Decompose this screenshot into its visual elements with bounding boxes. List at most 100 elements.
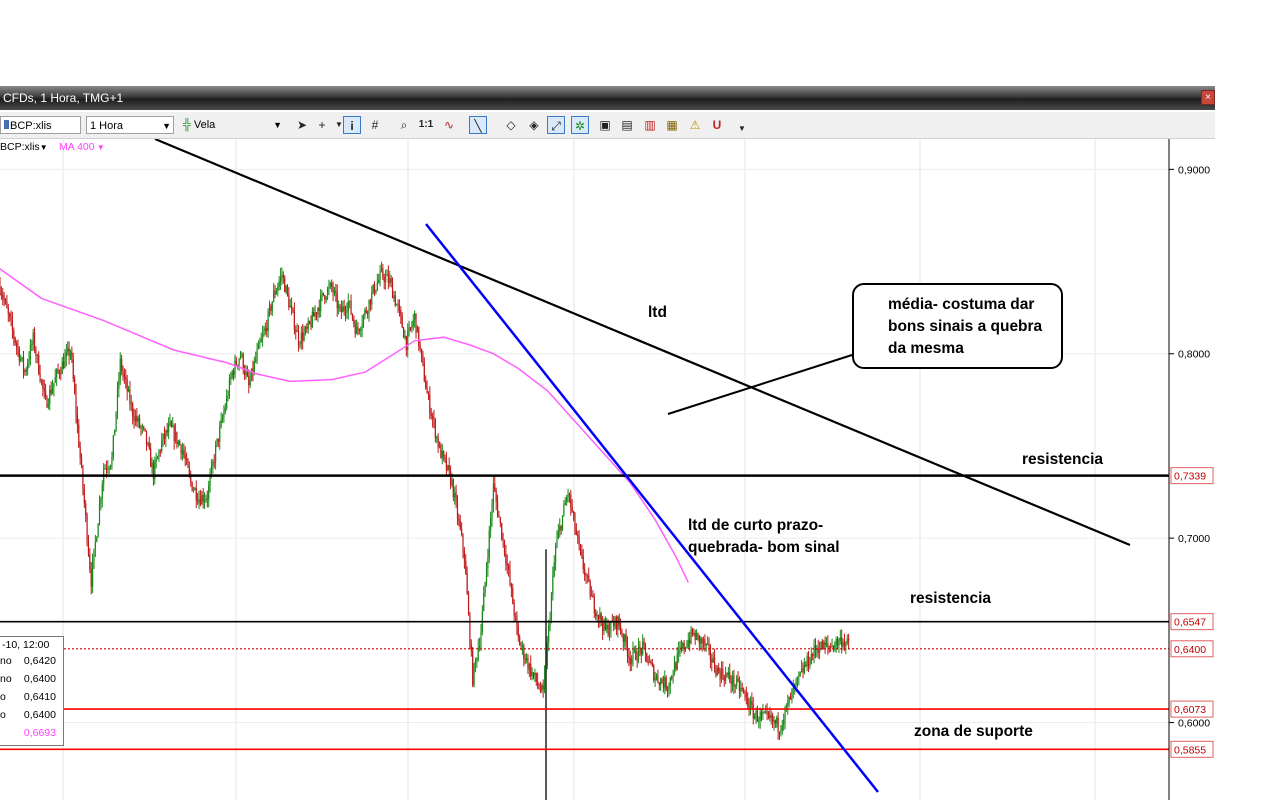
zoom-icon[interactable]: ⌕ bbox=[395, 116, 413, 134]
candle-body bbox=[328, 286, 330, 289]
candle-body bbox=[208, 485, 210, 500]
candle-body bbox=[100, 498, 102, 505]
symbol-legend[interactable]: BCP:xlis▼ bbox=[0, 140, 48, 155]
candle-body bbox=[324, 295, 326, 300]
measure-icon[interactable]: ⤢ bbox=[547, 116, 565, 134]
candle-body bbox=[122, 370, 124, 375]
candle-body bbox=[513, 603, 515, 616]
candle-body bbox=[744, 691, 746, 695]
gallery-icon-2[interactable]: ▤ bbox=[618, 116, 636, 134]
candle-body bbox=[531, 672, 533, 677]
crosshair-icon[interactable]: + bbox=[313, 116, 331, 134]
candle-body bbox=[436, 436, 438, 438]
candle-body bbox=[226, 396, 228, 408]
candle-body bbox=[443, 450, 445, 456]
candle-body bbox=[499, 517, 501, 524]
candle-body bbox=[660, 679, 662, 686]
candle-body bbox=[192, 489, 195, 491]
candle-body bbox=[266, 327, 268, 331]
candle-body bbox=[202, 494, 204, 502]
candle-body bbox=[409, 327, 412, 329]
candle-body bbox=[108, 467, 110, 469]
candle-body bbox=[255, 358, 257, 362]
candle-body bbox=[45, 390, 47, 398]
candle-body bbox=[488, 530, 490, 558]
candle-body bbox=[93, 548, 95, 562]
candle-body bbox=[694, 632, 696, 640]
alert-icon[interactable]: ⚠ bbox=[686, 116, 704, 134]
candle-body bbox=[158, 451, 160, 457]
candle-body bbox=[795, 680, 797, 685]
ma-legend[interactable]: MA 400 ▼ bbox=[59, 140, 105, 155]
gallery-icon-3[interactable]: ▥ bbox=[641, 116, 659, 134]
candle-body bbox=[147, 443, 149, 445]
candle-body bbox=[836, 639, 839, 646]
candle-body bbox=[567, 493, 569, 498]
candle-body bbox=[183, 450, 185, 456]
paint-icon[interactable]: ◈ bbox=[525, 116, 543, 134]
candle-body bbox=[577, 534, 579, 537]
candle-body bbox=[546, 642, 548, 666]
candle-body bbox=[508, 565, 510, 570]
candle-body bbox=[58, 371, 61, 374]
cursor-icon[interactable]: ➤ bbox=[293, 116, 311, 134]
candle-body bbox=[134, 416, 137, 422]
candle-body bbox=[454, 492, 456, 498]
candle-body bbox=[505, 553, 507, 564]
candle-body bbox=[340, 307, 342, 313]
candle-body bbox=[43, 387, 45, 391]
candle-body bbox=[61, 361, 63, 374]
candle-body bbox=[543, 673, 546, 690]
candle-body bbox=[534, 672, 536, 676]
candle-body bbox=[756, 710, 758, 722]
candle-body bbox=[427, 393, 430, 395]
candle-body bbox=[678, 650, 680, 654]
candle-body bbox=[393, 295, 395, 299]
more-icon[interactable]: ▼ bbox=[733, 120, 751, 138]
candle-body bbox=[651, 663, 653, 666]
gallery-icon-4[interactable]: ▦ bbox=[663, 116, 681, 134]
indicator-icon[interactable]: ∿ bbox=[440, 116, 458, 134]
candle-body bbox=[289, 305, 291, 308]
ratio-icon[interactable]: 1:1 bbox=[417, 116, 435, 134]
candle-body bbox=[780, 730, 782, 733]
close-icon[interactable]: × bbox=[1201, 90, 1215, 105]
candle-body bbox=[169, 421, 171, 425]
pattern-icon[interactable]: ✲ bbox=[571, 116, 589, 134]
candle-body bbox=[326, 288, 329, 298]
candle-body bbox=[759, 712, 761, 721]
candle-body bbox=[487, 557, 489, 569]
candle-body bbox=[284, 277, 286, 293]
candle-body bbox=[669, 677, 671, 687]
grid-icon[interactable]: # bbox=[366, 116, 384, 134]
gallery-icon-1[interactable]: ▣ bbox=[596, 116, 614, 134]
candle-body bbox=[524, 658, 526, 661]
trendline-icon[interactable]: ╲ bbox=[469, 116, 487, 134]
candle-body bbox=[213, 461, 215, 463]
interval-select[interactable]: 1 Hora ▼ bbox=[86, 116, 174, 134]
candle-body bbox=[35, 349, 37, 356]
candle-body bbox=[581, 551, 583, 557]
chart-style-select[interactable]: ╬ Vela ▼ bbox=[180, 116, 284, 134]
candle-body bbox=[32, 332, 34, 345]
candle-body bbox=[10, 316, 12, 321]
candle-body bbox=[521, 645, 524, 647]
candle-body bbox=[463, 550, 465, 561]
info-icon[interactable]: i bbox=[343, 116, 361, 134]
magnet-icon[interactable]: U bbox=[708, 116, 726, 134]
candle-body bbox=[742, 688, 745, 692]
candle-body bbox=[723, 676, 725, 682]
candle-body bbox=[67, 348, 69, 352]
candle-body bbox=[698, 634, 700, 644]
candle-body bbox=[532, 672, 535, 676]
candle-body bbox=[75, 392, 77, 415]
symbol-input[interactable]: BCP:xlis bbox=[0, 116, 81, 134]
candle-body bbox=[791, 689, 793, 700]
candle-body bbox=[232, 371, 235, 375]
candle-body bbox=[347, 301, 349, 312]
candle-body bbox=[423, 363, 425, 382]
eraser-icon[interactable]: ◇ bbox=[502, 116, 520, 134]
candle-body bbox=[282, 275, 284, 278]
candle-body bbox=[6, 301, 8, 309]
candle-body bbox=[827, 643, 829, 646]
